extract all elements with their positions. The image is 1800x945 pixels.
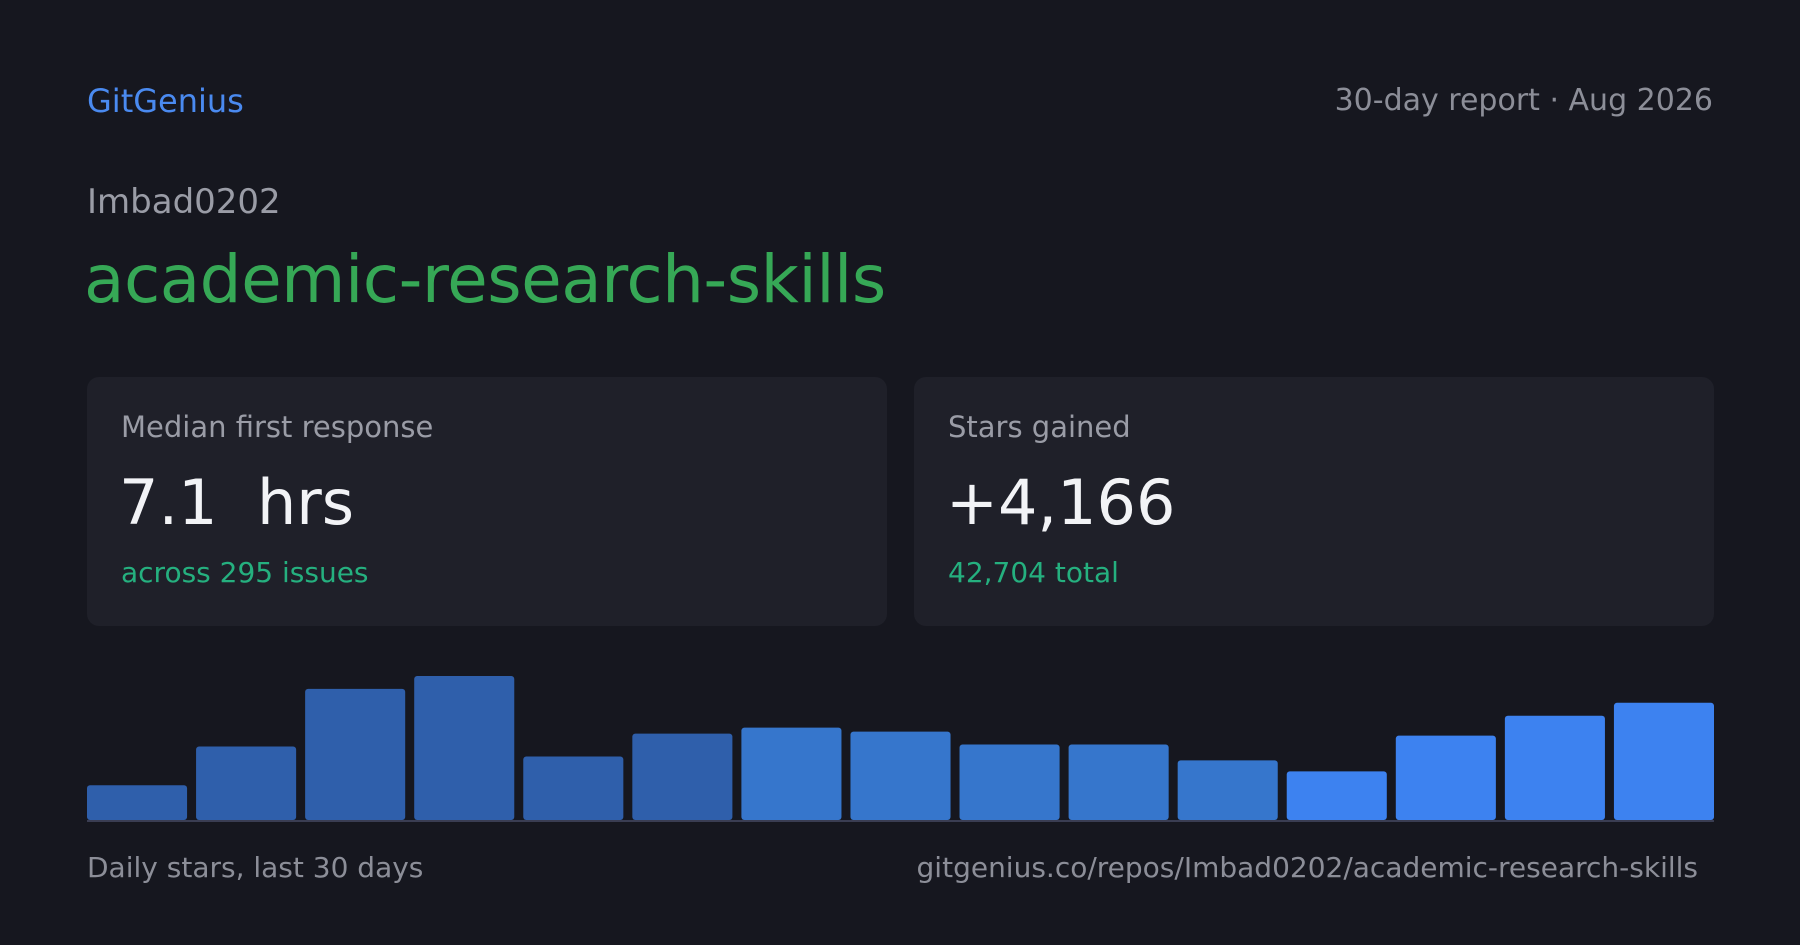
card-subtext: across 295 issues xyxy=(121,556,369,589)
bar-day-10 xyxy=(1068,744,1169,820)
card-subtext: 42,704 total xyxy=(948,556,1119,589)
daily-stars-chart xyxy=(87,676,1714,822)
brand-logo[interactable]: GitGenius xyxy=(87,82,244,120)
bar-day-6 xyxy=(632,733,733,820)
stars-gained-card: Stars gained +4,166 42,704 total xyxy=(914,377,1714,626)
bar-day-4 xyxy=(414,676,515,820)
bar-day-15 xyxy=(1613,702,1714,820)
bar-day-14 xyxy=(1504,715,1605,820)
bar-day-3 xyxy=(305,688,406,820)
repo-name: academic-research-skills xyxy=(84,241,886,318)
report-period: 30-day report · Aug 2026 xyxy=(1334,83,1713,118)
card-label: Median first response xyxy=(121,410,434,444)
bar-day-8 xyxy=(850,731,951,820)
bar-day-12 xyxy=(1286,771,1387,820)
chart-baseline xyxy=(87,820,1714,822)
bar-day-7 xyxy=(741,727,842,820)
bar-day-2 xyxy=(196,746,297,820)
bar-day-11 xyxy=(1177,760,1278,820)
median-first-response-card: Median first response 7.1 hrs across 295… xyxy=(87,377,887,626)
repo-url-link[interactable]: gitgenius.co/repos/Imbad0202/academic-re… xyxy=(917,850,1698,886)
repo-owner: Imbad0202 xyxy=(87,182,281,222)
bar-day-9 xyxy=(959,744,1060,820)
bar-day-5 xyxy=(523,756,624,820)
card-value: +4,166 xyxy=(946,466,1176,539)
card-label: Stars gained xyxy=(948,410,1131,444)
card-value: 7.1 hrs xyxy=(119,466,355,539)
bar-day-13 xyxy=(1395,735,1496,820)
chart-caption: Daily stars, last 30 days xyxy=(87,851,424,884)
bar-day-1 xyxy=(87,785,188,820)
